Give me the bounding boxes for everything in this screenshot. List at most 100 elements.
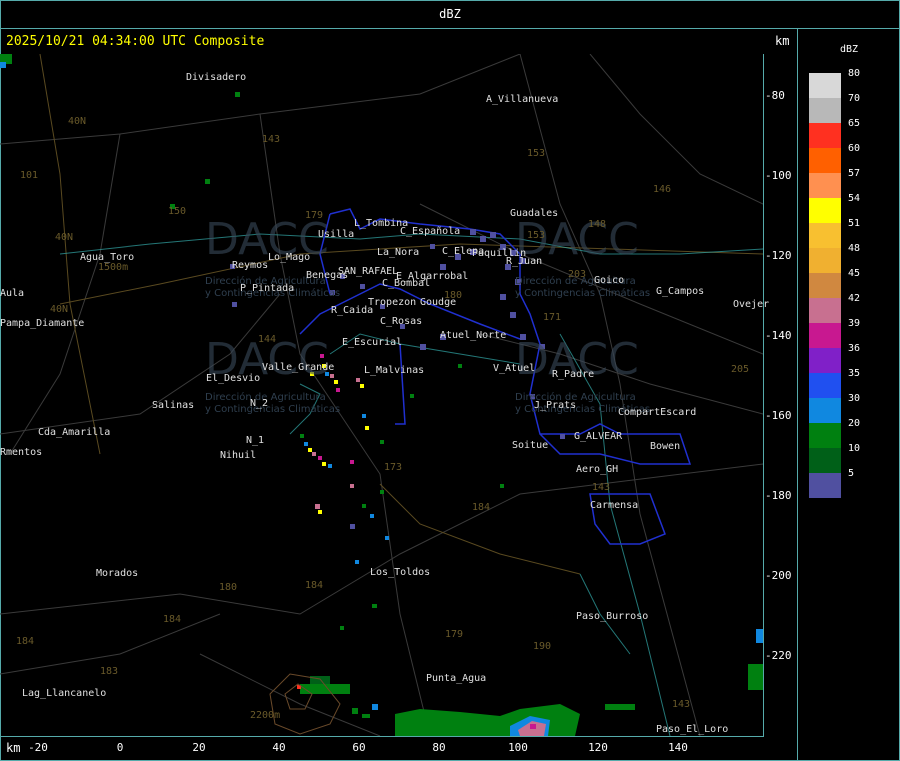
legend-swatch <box>809 423 841 448</box>
x-tick: 80 <box>432 741 446 754</box>
road-number: 184 <box>16 636 35 647</box>
place-label: Guadales <box>510 208 559 219</box>
legend-label: 65 <box>848 118 861 129</box>
place-label: N_2 <box>250 398 269 409</box>
y-tick: -80 <box>765 89 785 102</box>
watermark-logo: DACC <box>205 214 329 265</box>
place-label: CompartEscard <box>618 407 697 418</box>
place-label: Nihuil <box>220 450 257 461</box>
legend-label: 80 <box>848 68 861 79</box>
place-label: G_Campos <box>656 286 705 297</box>
place-label: Usilla <box>318 229 355 240</box>
place-label: Bowen <box>650 441 681 452</box>
x-tick: 140 <box>668 741 688 754</box>
road-number: 180 <box>219 582 238 593</box>
legend-swatch <box>809 248 841 273</box>
legend-label: 57 <box>848 168 861 179</box>
x-tick: 120 <box>588 741 608 754</box>
river-layer <box>39 53 764 575</box>
place-label: Paso_El_Loro <box>656 724 729 735</box>
place-label: Soitue <box>512 440 549 451</box>
place-label: A_Villanueva <box>486 94 559 105</box>
timestamp-header: 2025/10/21 04:34:00 UTC Composite <box>6 34 265 49</box>
legend-label: 60 <box>848 143 861 154</box>
legend-label: 35 <box>848 368 861 379</box>
legend-label: 54 <box>848 193 861 204</box>
y-tick: -180 <box>765 489 792 502</box>
legend-swatch <box>809 448 841 473</box>
place-label: Reymos <box>232 260 269 271</box>
legend-label: 5 <box>848 468 855 479</box>
place-label: Aula <box>0 288 25 299</box>
road-number: 40N <box>50 304 69 315</box>
legend-swatch <box>809 98 841 123</box>
place-label: Carmensa <box>590 500 639 511</box>
x-tick: 100 <box>508 741 528 754</box>
watermark-subtitle: y Contingencias Climáticas <box>515 288 651 299</box>
legend-swatch <box>809 73 841 98</box>
legend-swatch <box>809 123 841 148</box>
y-tick: -140 <box>765 329 792 342</box>
road-number: 153 <box>527 230 546 241</box>
elevation-label: 2200m <box>250 710 281 721</box>
legend-label: 36 <box>848 343 861 354</box>
legend-swatch <box>809 223 841 248</box>
legend-label: 30 <box>848 393 861 404</box>
place-label: Lo_Mago <box>268 252 311 263</box>
place-label: Divisadero <box>186 72 247 83</box>
watermark-subtitle: y Contingencias Climáticas <box>205 404 341 415</box>
radar-map[interactable]: DACC DACC DACC DACC Dirección de Agricul… <box>0 53 769 737</box>
place-label: La_Nora <box>377 247 420 258</box>
place-label: Paso_Burroso <box>576 611 649 622</box>
place-label: SAN_RAFAEL <box>338 266 399 277</box>
road-number: 183 <box>100 666 119 677</box>
road-number: 144 <box>258 334 277 345</box>
radar-echoes <box>0 54 763 736</box>
legend-label: 48 <box>848 243 861 254</box>
place-label: J_Prats <box>534 400 577 411</box>
place-label: C_Bombal <box>382 278 431 289</box>
road-number: 146 <box>653 184 672 195</box>
x-tick: 0 <box>116 741 124 754</box>
place-label: N_1 <box>246 435 265 446</box>
place-label: Pampa_Diamante <box>0 318 85 329</box>
place-label: Cda_Amarilla <box>38 427 111 438</box>
road-number: 205 <box>731 364 750 375</box>
x-tick: -20 <box>28 741 48 754</box>
place-label: C_Rosas <box>380 316 423 327</box>
road-number: 184 <box>163 614 182 625</box>
road-number: 40N <box>68 116 87 127</box>
roads-layer <box>0 53 764 737</box>
legend-swatch <box>809 348 841 373</box>
x-tick: 40 <box>272 741 286 754</box>
map-canvas <box>0 53 764 737</box>
elevation-label: 1500m <box>98 262 129 273</box>
place-label: G_ALVEAR <box>574 431 623 442</box>
road-number: 171 <box>543 312 562 323</box>
legend-swatch <box>809 173 841 198</box>
y-axis-unit: km <box>775 34 790 48</box>
place-label: Lag_Llancanelo <box>22 688 107 699</box>
road-number: 143 <box>262 134 281 145</box>
place-label: R_Caida <box>331 305 374 316</box>
road-number: 179 <box>305 210 324 221</box>
place-label: L_Malvinas <box>364 365 425 376</box>
x-axis-unit: km <box>6 741 21 755</box>
legend-swatch <box>809 473 841 498</box>
y-tick: -120 <box>765 249 792 262</box>
legend-label: 42 <box>848 293 861 304</box>
place-label: Rmentos <box>0 447 43 458</box>
y-tick: -200 <box>765 569 792 582</box>
place-label: V_Atuel <box>493 363 536 374</box>
place-label: Goico <box>594 275 625 286</box>
road-number: 190 <box>533 641 552 652</box>
y-tick: -160 <box>765 409 792 422</box>
legend-swatch <box>809 373 841 398</box>
legend-label: 10 <box>848 443 861 454</box>
x-tick: 20 <box>192 741 206 754</box>
place-label: Aero_GH <box>576 464 619 475</box>
legend-label: 20 <box>848 418 861 429</box>
place-label: R_Juan <box>506 256 543 267</box>
y-tick: -100 <box>765 169 792 182</box>
road-number: 179 <box>445 629 464 640</box>
